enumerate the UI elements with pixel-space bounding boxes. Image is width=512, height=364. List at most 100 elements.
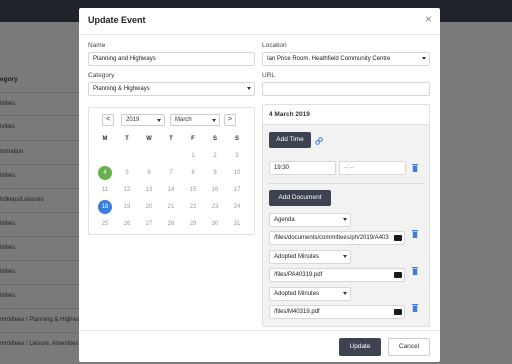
update-button[interactable]: Update	[339, 338, 381, 356]
calendar-day[interactable]: 6	[141, 166, 157, 180]
calendar-day[interactable]: 24	[229, 200, 245, 214]
calendar-day[interactable]: 4	[98, 166, 112, 180]
close-icon[interactable]: ×	[425, 13, 432, 25]
next-month-button[interactable]: >	[224, 114, 236, 126]
calendar-day[interactable]: 22	[185, 200, 201, 214]
chevron-down-icon	[343, 218, 347, 221]
document-type-value: Adopted Minutes	[274, 291, 320, 297]
calendar-day[interactable]: 8	[185, 166, 201, 180]
modal-title: Update Event	[88, 15, 146, 25]
background-row: ivities	[0, 212, 82, 235]
category-value: Planning & Highways	[93, 86, 150, 92]
weekday-header: F	[191, 136, 195, 142]
weekday-header: T	[125, 136, 129, 142]
document-type-select[interactable]: Adopted Minutes	[269, 287, 351, 301]
document-path-input[interactable]: /files/PA40319.pdf	[269, 268, 405, 282]
calendar-day[interactable]: 16	[207, 183, 223, 197]
weekday-header: S	[234, 136, 239, 142]
calendar-day[interactable]: 1	[185, 149, 201, 163]
month-select[interactable]: March	[170, 114, 220, 126]
calendar-day[interactable]: 31	[229, 217, 245, 231]
url-label: URL	[262, 72, 276, 79]
chevron-down-icon	[343, 292, 347, 295]
date-picker: < 2019 March > M T W T F S S 1 2 3 4 5 6 7 8 9 10 11 12 13 1…	[88, 107, 255, 235]
header-divider	[79, 34, 440, 35]
background-row: mmittees / Planning & Highway	[0, 308, 82, 331]
footer-divider	[79, 330, 440, 331]
document-path-input[interactable]: /files/documents/committees/ph/2019/A403	[269, 231, 405, 245]
calendar-day[interactable]: 14	[163, 183, 179, 197]
folder-icon[interactable]	[394, 235, 402, 241]
time-start-input[interactable]: 19:30	[269, 161, 336, 175]
background-row: ivities	[0, 236, 82, 259]
document-type-value: Agenda	[274, 217, 295, 223]
weekday-header: M	[102, 136, 108, 142]
link-icon[interactable]	[315, 137, 323, 145]
year-select[interactable]: 2019	[121, 114, 165, 126]
chevron-down-icon	[157, 119, 161, 122]
calendar-day[interactable]: 18	[98, 200, 112, 214]
calendar-day[interactable]: 23	[207, 200, 223, 214]
month-value: March	[175, 117, 192, 123]
year-value: 2019	[126, 117, 140, 123]
weekday-header: T	[169, 136, 173, 142]
calendar-day[interactable]: 21	[163, 200, 179, 214]
event-date-heading: 4 March 2019	[263, 105, 429, 125]
background-row: ivities	[0, 260, 82, 283]
calendar-day[interactable]: 29	[185, 217, 201, 231]
update-event-modal: Update Event × Name Planning and Highway…	[79, 8, 440, 362]
background-row: hdkeps/Leisures	[0, 188, 82, 211]
url-input[interactable]	[262, 82, 430, 96]
calendar-day[interactable]: 30	[207, 217, 223, 231]
calendar-day[interactable]: 10	[229, 166, 245, 180]
calendar-day[interactable]: 27	[141, 217, 157, 231]
background-category-header: egory	[0, 76, 18, 83]
delete-document-icon[interactable]	[412, 304, 418, 312]
add-document-button[interactable]: Add Document	[269, 190, 331, 206]
folder-icon[interactable]	[394, 272, 402, 278]
calendar-day[interactable]: 12	[119, 183, 135, 197]
chevron-down-icon	[422, 57, 426, 60]
delete-document-icon[interactable]	[412, 267, 418, 275]
category-select[interactable]: Planning & Highways	[88, 82, 255, 96]
document-path-input[interactable]: /files/M40319.pdf	[269, 305, 405, 319]
time-end-input[interactable]: --:--	[339, 161, 406, 175]
weekday-header: W	[146, 136, 152, 142]
document-type-value: Adopted Minutes	[274, 254, 320, 260]
cancel-button[interactable]: Cancel	[388, 338, 430, 356]
add-time-button[interactable]: Add Time	[269, 132, 311, 148]
background-row: ormation	[0, 140, 82, 163]
chevron-down-icon	[343, 255, 347, 258]
calendar-day[interactable]: 17	[229, 183, 245, 197]
delete-time-icon[interactable]	[412, 164, 418, 172]
event-details-panel: 4 March 2019 Add Time 19:30 --:-- Add Do…	[262, 104, 430, 327]
folder-icon[interactable]	[394, 309, 402, 315]
chevron-down-icon	[247, 87, 251, 90]
calendar-day[interactable]: 5	[119, 166, 135, 180]
calendar-day[interactable]: 13	[141, 183, 157, 197]
calendar-day[interactable]: 3	[229, 149, 245, 163]
calendar-day[interactable]: 19	[119, 200, 135, 214]
calendar-day[interactable]: 9	[207, 166, 223, 180]
prev-month-button[interactable]: <	[102, 114, 114, 126]
calendar-day[interactable]: 15	[185, 183, 201, 197]
location-select[interactable]: Ian Price Room, Heathfield Community Cen…	[262, 52, 430, 66]
location-value: Ian Price Room, Heathfield Community Cen…	[267, 56, 391, 62]
calendar-day[interactable]: 11	[97, 183, 113, 197]
location-label: Location	[262, 42, 287, 49]
weekday-header: S	[212, 136, 217, 142]
calendar-day[interactable]: 26	[119, 217, 135, 231]
delete-document-icon[interactable]	[412, 230, 418, 238]
document-type-select[interactable]: Agenda	[269, 213, 351, 227]
calendar-day[interactable]: 20	[141, 200, 157, 214]
calendar-day[interactable]: 7	[163, 166, 179, 180]
background-row: ivities	[0, 164, 82, 187]
name-input[interactable]: Planning and Highways	[88, 52, 255, 66]
document-type-select[interactable]: Adopted Minutes	[269, 250, 351, 264]
calendar-day[interactable]: 2	[207, 149, 223, 163]
chevron-down-icon	[212, 119, 216, 122]
background-row: ivities	[0, 115, 82, 138]
category-label: Category	[88, 72, 115, 79]
calendar-day[interactable]: 25	[97, 217, 113, 231]
calendar-day[interactable]: 28	[163, 217, 179, 231]
